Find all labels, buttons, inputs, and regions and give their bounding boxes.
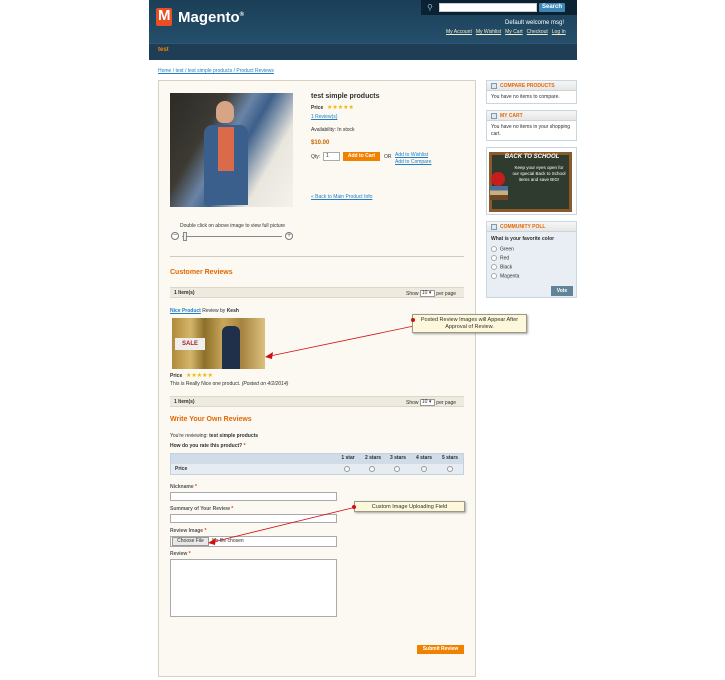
cart-icon — [491, 113, 497, 119]
books-icon — [490, 186, 508, 200]
radio-icon[interactable] — [491, 273, 497, 279]
callout-posted-images: Posted Review Images will Appear After A… — [412, 314, 527, 333]
compare-products-block: COMPARE PRODUCTS You have no items to co… — [486, 80, 577, 104]
banner-text: Keep your eyes open for our special Back… — [512, 165, 566, 182]
cart-title: MY CART — [500, 113, 523, 119]
cart-header: MY CART — [487, 111, 576, 121]
vote-button[interactable]: Vote — [551, 286, 573, 296]
poll-option-label: Red — [500, 255, 510, 262]
apple-icon — [491, 172, 505, 186]
compare-empty-text: You have no items to compare. — [491, 94, 560, 100]
poll-option-label: Green — [500, 246, 514, 253]
callout-dot — [411, 318, 415, 322]
poll-option-red[interactable]: Red — [491, 255, 509, 261]
poll-icon — [491, 224, 497, 230]
radio-icon[interactable] — [491, 246, 497, 252]
radio-icon[interactable] — [491, 264, 497, 270]
community-poll-block: COMMUNITY POLL What is your favorite col… — [486, 221, 577, 298]
callout-upload-text: Custom Image Uploading Field — [371, 504, 448, 510]
poll-option-label: Black — [500, 264, 513, 271]
my-cart-block: MY CART You have no items in your shoppi… — [486, 110, 577, 141]
poll-option-black[interactable]: Black — [491, 264, 512, 270]
banner-title: BACK TO SCHOOL — [504, 154, 560, 160]
callout-upload-field: Custom Image Uploading Field — [354, 501, 465, 512]
poll-header: COMMUNITY POLL — [487, 222, 576, 232]
callout-arrows — [208, 325, 415, 545]
compare-header: COMPARE PRODUCTS — [487, 81, 576, 91]
poll-question: What is your favorite color — [491, 236, 555, 242]
poll-option-magenta[interactable]: Magenta — [491, 273, 519, 279]
poll-option-green[interactable]: Green — [491, 246, 514, 252]
poll-title: COMMUNITY POLL — [500, 224, 546, 230]
poll-option-label: Magenta — [500, 273, 520, 280]
compare-icon — [491, 83, 497, 89]
compare-title: COMPARE PRODUCTS — [500, 83, 555, 89]
callout-dot — [352, 505, 356, 509]
radio-icon[interactable] — [491, 255, 497, 261]
cart-empty-text: You have no items in your shopping cart. — [491, 124, 571, 137]
back-to-school-banner[interactable]: BACK TO SCHOOL Keep your eyes open for o… — [486, 147, 577, 215]
